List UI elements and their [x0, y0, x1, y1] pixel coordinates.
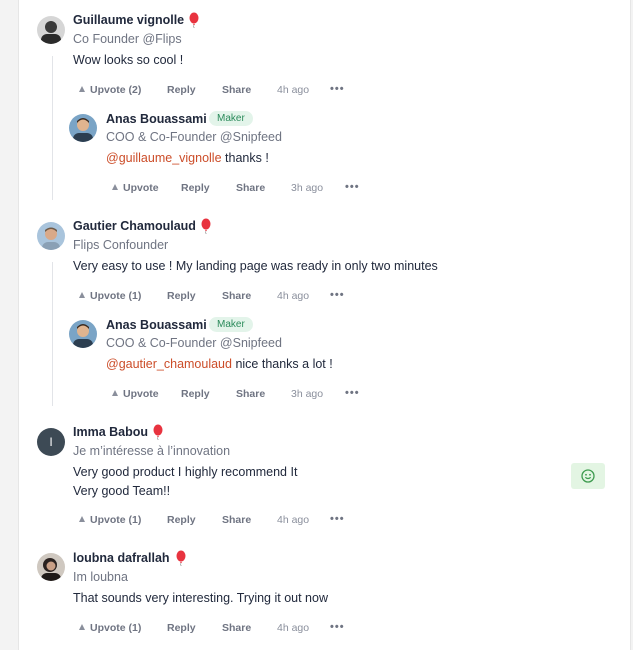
comment-text: That sounds very interesting. Trying it … [73, 591, 328, 605]
share-button[interactable]: Share [222, 622, 251, 634]
avatar-imma[interactable]: I [37, 428, 65, 456]
red-balloon-icon [153, 424, 163, 440]
comment-text-line-2: Very good Team!! [73, 484, 171, 498]
upvote-triangle-icon [112, 184, 118, 190]
maker-badge: Maker [209, 317, 253, 332]
upvote-button[interactable]: Upvote (1) [79, 290, 141, 302]
thread-line [52, 262, 53, 406]
avatar-loubna[interactable] [37, 553, 65, 581]
reply-button[interactable]: Reply [181, 388, 210, 400]
author-name[interactable]: Anas Bouassami [106, 318, 207, 332]
author-name[interactable]: Anas Bouassami [106, 112, 207, 126]
reply-text: @gautier_chamoulaud nice thanks a lot ! [106, 355, 333, 374]
upvote-button[interactable]: Upvote (2) [79, 84, 141, 96]
more-dots-icon[interactable]: ••• [345, 181, 360, 193]
reply-button[interactable]: Reply [167, 622, 196, 634]
reply-text-body: nice thanks a lot ! [231, 357, 333, 371]
reply-button[interactable]: Reply [167, 514, 196, 526]
upvote-label: Upvote [123, 388, 159, 400]
avatar-anas[interactable] [69, 320, 97, 348]
share-button[interactable]: Share [236, 388, 265, 400]
upvote-triangle-icon [79, 624, 85, 630]
author-name[interactable]: Gautier Chamoulaud [73, 219, 196, 233]
smiley-reaction-icon[interactable] [571, 463, 605, 489]
author-headline: COO & Co-Founder @Snipfeed [106, 336, 282, 350]
share-button[interactable]: Share [222, 84, 251, 96]
avatar-anas[interactable] [69, 114, 97, 142]
thread-line [52, 56, 53, 200]
timestamp[interactable]: 3h ago [291, 388, 323, 400]
reply-text: @guillaume_vignolle thanks ! [106, 149, 269, 168]
timestamp[interactable]: 4h ago [277, 84, 309, 96]
more-dots-icon[interactable]: ••• [330, 289, 345, 301]
upvote-button[interactable]: Upvote [112, 182, 159, 194]
more-dots-icon[interactable]: ••• [345, 387, 360, 399]
timestamp[interactable]: 3h ago [291, 182, 323, 194]
more-dots-icon[interactable]: ••• [330, 83, 345, 95]
timestamp[interactable]: 4h ago [277, 514, 309, 526]
upvote-label: Upvote (2) [90, 84, 142, 96]
share-button[interactable]: Share [222, 514, 251, 526]
author-name[interactable]: Guillaume vignolle [73, 13, 184, 27]
red-balloon-icon [201, 218, 211, 234]
author-name[interactable]: Imma Babou [73, 425, 148, 439]
comment-text: Very easy to use ! My landing page was r… [73, 259, 438, 273]
author-headline: Co Founder @Flips [73, 32, 182, 46]
upvote-triangle-icon [79, 292, 85, 298]
upvote-button[interactable]: Upvote (1) [79, 514, 141, 526]
author-headline: Im loubna [73, 570, 128, 584]
avatar-letter: I [49, 435, 53, 449]
reply-button[interactable]: Reply [181, 182, 210, 194]
user-mention[interactable]: @gautier_chamoulaud [106, 357, 232, 371]
timestamp[interactable]: 4h ago [277, 622, 309, 634]
more-dots-icon[interactable]: ••• [330, 621, 345, 633]
more-dots-icon[interactable]: ••• [330, 513, 345, 525]
comment-text-line-1: Very good product I highly recommend It [73, 465, 298, 479]
avatar-gautier[interactable] [37, 222, 65, 250]
author-headline: Je m’intéresse à l’innovation [73, 444, 231, 458]
upvote-label: Upvote (1) [90, 622, 142, 634]
upvote-triangle-icon [79, 86, 85, 92]
maker-badge: Maker [209, 111, 253, 126]
reply-text-body: thanks ! [221, 151, 269, 165]
avatar-guillaume[interactable] [37, 16, 65, 44]
upvote-triangle-icon [79, 516, 85, 522]
share-button[interactable]: Share [222, 290, 251, 302]
user-mention[interactable]: @guillaume_vignolle [106, 151, 222, 165]
upvote-triangle-icon [112, 390, 118, 396]
reply-button[interactable]: Reply [167, 84, 196, 96]
author-headline: Flips Confounder [73, 238, 169, 252]
share-button[interactable]: Share [236, 182, 265, 194]
upvote-label: Upvote (1) [90, 290, 142, 302]
red-balloon-icon [176, 550, 186, 566]
author-name[interactable]: loubna dafrallah [73, 551, 170, 565]
upvote-label: Upvote (1) [90, 514, 142, 526]
upvote-button[interactable]: Upvote (1) [79, 622, 141, 634]
reply-button[interactable]: Reply [167, 290, 196, 302]
upvote-label: Upvote [123, 182, 159, 194]
timestamp[interactable]: 4h ago [277, 290, 309, 302]
comment-text: Wow looks so cool ! [73, 53, 184, 67]
red-balloon-icon [189, 12, 199, 28]
author-headline: COO & Co-Founder @Snipfeed [106, 130, 282, 144]
upvote-button[interactable]: Upvote [112, 388, 159, 400]
